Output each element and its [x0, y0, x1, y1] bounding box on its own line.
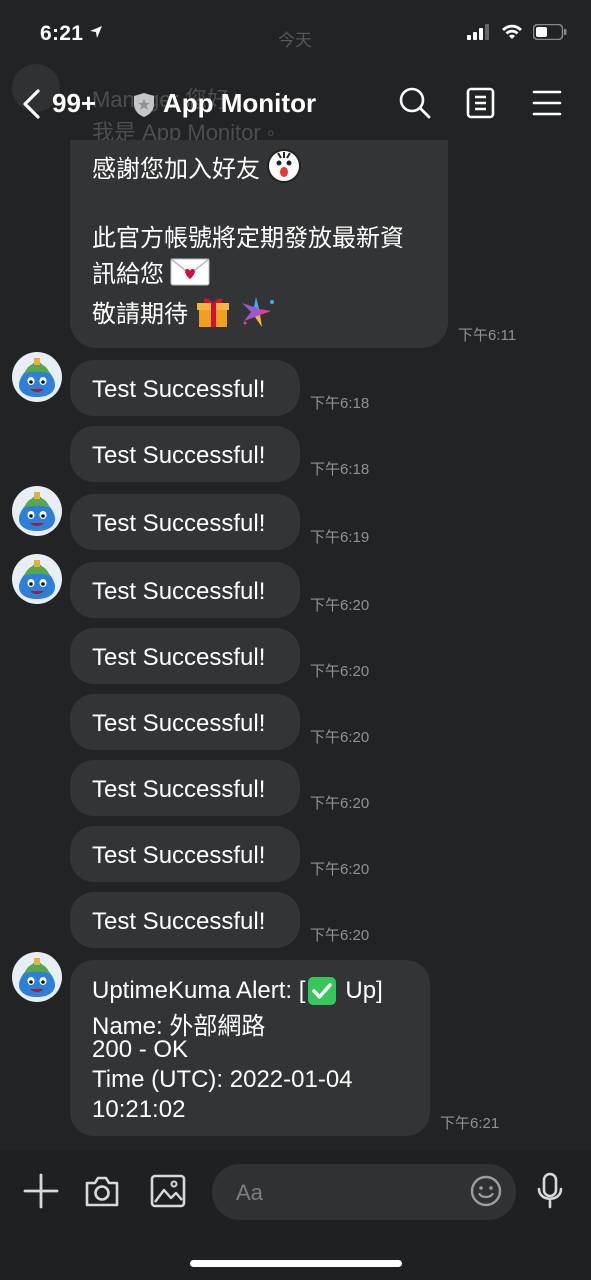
check-mark-icon	[308, 977, 337, 1005]
alert-line-1-prefix: UptimeKuma Alert: [	[92, 977, 306, 1004]
sender-avatar[interactable]	[12, 352, 62, 402]
sender-avatar[interactable]	[12, 486, 62, 536]
message-bubble[interactable]: Test Successful!	[70, 494, 300, 550]
alert-timestamp: 下午6:21	[440, 1115, 500, 1132]
shield-icon	[132, 92, 156, 123]
microphone-button[interactable]	[536, 1172, 564, 1215]
alert-message-bubble[interactable]: UptimeKuma Alert: [ Up] Name: 外部網路 200 -…	[70, 960, 430, 1136]
plus-icon	[23, 1173, 59, 1209]
sparkle-star-icon	[242, 296, 274, 327]
status-time: 6:21	[40, 22, 103, 46]
love-letter-icon	[170, 257, 210, 285]
sticker-face-icon	[267, 149, 301, 183]
search-button[interactable]	[398, 86, 432, 125]
gift-icon	[197, 297, 229, 327]
back-button[interactable]	[20, 88, 42, 125]
message-bubble[interactable]: Test Successful!	[70, 426, 300, 482]
welcome-line-1: 感謝您加入好友	[92, 155, 260, 183]
welcome-timestamp: 下午6:11	[458, 327, 517, 344]
camera-icon	[85, 1176, 119, 1207]
image-button[interactable]	[150, 1174, 186, 1213]
microphone-icon	[537, 1172, 563, 1209]
message-text: Test Successful!	[92, 578, 266, 605]
notes-icon	[466, 87, 495, 119]
battery-icon	[533, 24, 567, 40]
welcome-line-3: 訊給您	[92, 261, 164, 288]
image-icon	[150, 1174, 186, 1208]
slime-avatar-icon	[12, 952, 62, 1002]
back-arrow-icon	[23, 89, 40, 119]
menu-button[interactable]	[532, 86, 562, 125]
message-timestamp: 下午6:20	[310, 927, 370, 944]
message-text: Test Successful!	[92, 644, 266, 671]
camera-button[interactable]	[84, 1174, 120, 1213]
message-timestamp: 下午6:20	[310, 795, 370, 812]
home-indicator	[190, 1260, 402, 1267]
message-timestamp: 下午6:18	[310, 395, 370, 412]
message-text: Test Successful!	[92, 842, 266, 869]
message-bubble[interactable]: Test Successful!	[70, 360, 300, 416]
message-text: Test Successful!	[92, 776, 266, 803]
sender-avatar[interactable]	[12, 952, 62, 1002]
add-button[interactable]	[22, 1172, 60, 1215]
message-bubble[interactable]: Test Successful!	[70, 628, 300, 684]
search-icon	[399, 87, 431, 119]
message-bubble[interactable]: Test Successful!	[70, 562, 300, 618]
message-text: Test Successful!	[92, 908, 266, 935]
welcome-message-bubble[interactable]: 感謝您加入好友 此官方帳號將定期發放最新資 訊給您 敬請期待	[70, 140, 448, 348]
message-timestamp: 下午6:20	[310, 861, 370, 878]
emoji-button[interactable]	[470, 1175, 502, 1212]
message-input-placeholder: Aa	[236, 1180, 263, 1205]
message-timestamp: 下午6:18	[310, 461, 370, 478]
message-timestamp: 下午6:19	[310, 529, 370, 546]
message-bubble[interactable]: Test Successful!	[70, 826, 300, 882]
message-text: Test Successful!	[92, 510, 266, 537]
alert-line-4: Time (UTC): 2022-01-04	[92, 1066, 353, 1093]
message-text: Test Successful!	[92, 442, 266, 469]
welcome-line-4: 敬請期待	[92, 301, 188, 328]
status-icons	[467, 24, 567, 40]
signal-icon	[467, 24, 489, 40]
notes-button[interactable]	[466, 86, 496, 125]
wifi-icon	[502, 24, 522, 39]
message-bubble[interactable]: Test Successful!	[70, 892, 300, 948]
alert-line-3: 200 - OK	[92, 1036, 189, 1063]
alert-line-5: 10:21:02	[92, 1096, 186, 1123]
message-text: Test Successful!	[92, 710, 266, 737]
unread-count[interactable]: 99+	[52, 88, 96, 119]
menu-icon	[532, 90, 562, 116]
chat-title: App Monitor	[163, 88, 317, 118]
sender-avatar[interactable]	[12, 554, 62, 604]
message-timestamp: 下午6:20	[310, 663, 370, 680]
slime-avatar-icon	[12, 554, 62, 604]
emoji-icon	[470, 1175, 502, 1207]
alert-line-1-status: Up]	[345, 977, 383, 1004]
slime-avatar-icon	[12, 352, 62, 402]
welcome-line-2: 此官方帳號將定期發放最新資	[92, 225, 404, 252]
slime-avatar-icon	[12, 486, 62, 536]
message-text: Test Successful!	[92, 376, 266, 403]
message-bubble[interactable]: Test Successful!	[70, 760, 300, 816]
location-arrow-icon	[90, 26, 103, 38]
message-bubble[interactable]: Test Successful!	[70, 694, 300, 750]
message-timestamp: 下午6:20	[310, 597, 370, 614]
message-timestamp: 下午6:20	[310, 729, 370, 746]
status-center-label: 今天	[278, 31, 312, 50]
